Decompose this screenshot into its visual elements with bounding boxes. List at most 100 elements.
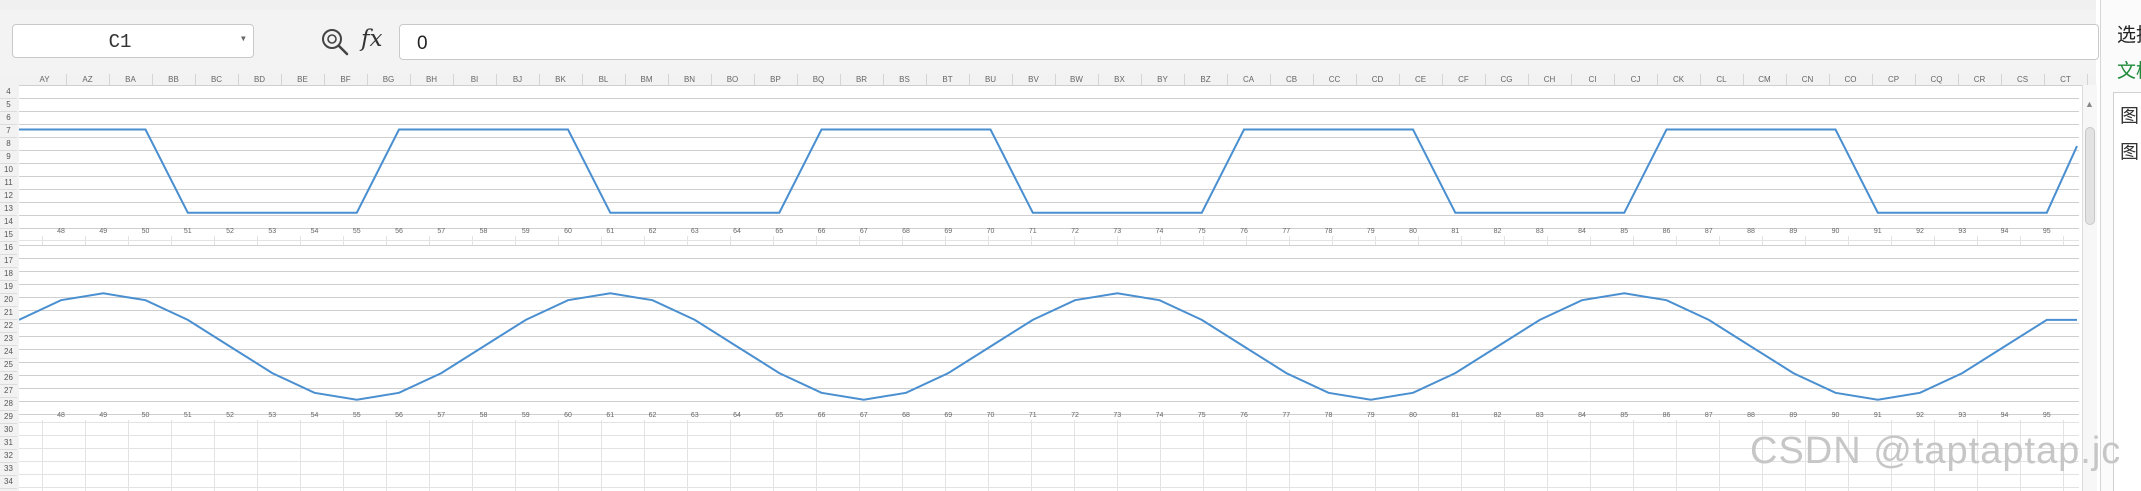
column-header[interactable]: BG [367,74,411,85]
row-header[interactable]: 31 [0,436,17,450]
row-header[interactable]: 29 [0,410,17,424]
chevron-down-icon[interactable]: ▾ [240,31,247,46]
row-header[interactable]: 28 [0,397,17,411]
column-header[interactable]: BT [926,74,970,85]
row-header[interactable]: 9 [0,150,17,164]
formula-input[interactable]: 0 [399,24,2099,60]
row-header[interactable]: 8 [0,137,17,151]
column-header[interactable]: BC [195,74,239,85]
column-header[interactable]: BB [152,74,196,85]
column-header[interactable]: CF [1442,74,1486,85]
sine-wave-chart[interactable]: 48 49 50 51 52 53 54 55 56 57 58 59 60 61 62 63 64 65 66 67… [19,245,2079,420]
column-header[interactable]: BE [281,74,325,85]
column-header[interactable]: CG [1485,74,1529,85]
row-header[interactable]: 30 [0,423,17,437]
column-header[interactable]: BS [883,74,927,85]
column-header[interactable]: BX [1098,74,1142,85]
x-tick-label: 55 [353,228,361,235]
column-header[interactable]: BD [238,74,282,85]
row-header[interactable]: 4 [0,85,17,99]
row-header[interactable]: 23 [0,332,17,346]
row-header[interactable]: 32 [0,449,17,463]
row-header[interactable]: 20 [0,293,17,307]
x-tick-label: 83 [1536,228,1544,235]
x-tick-label: 95 [2043,228,2051,235]
column-header[interactable]: CT [2044,74,2088,85]
column-header[interactable]: BM [625,74,669,85]
column-header[interactable]: BH [410,74,454,85]
x-tick-label: 78 [1325,228,1333,235]
column-header[interactable]: AY [23,74,67,85]
column-header[interactable]: CL [1700,74,1744,85]
fx-icon[interactable]: fx [361,26,382,52]
column-header[interactable]: BQ [797,74,841,85]
column-header[interactable]: CH [1528,74,1572,85]
column-header[interactable]: BY [1141,74,1185,85]
row-header[interactable]: 25 [0,358,17,372]
row-header[interactable]: 21 [0,306,17,320]
side-panel-tab[interactable]: 文档 [2117,56,2141,83]
row-header[interactable]: 24 [0,345,17,359]
row-header[interactable]: 26 [0,371,17,385]
column-header[interactable]: BV [1012,74,1056,85]
column-header[interactable]: BL [582,74,626,85]
column-header[interactable]: CK [1657,74,1701,85]
column-header[interactable]: BR [840,74,884,85]
column-header[interactable]: CP [1872,74,1916,85]
x-tick-label: 70 [987,228,995,235]
column-header[interactable]: CA [1227,74,1271,85]
x-tick-label: 81 [1451,228,1459,235]
column-header[interactable]: BK [539,74,583,85]
column-header[interactable]: CN [1786,74,1830,85]
column-header[interactable]: BZ [1184,74,1228,85]
column-header[interactable]: BJ [496,74,540,85]
column-header[interactable]: CJ [1614,74,1658,85]
column-header[interactable]: CS [2001,74,2045,85]
row-header[interactable]: 6 [0,111,17,125]
column-header[interactable]: CO [1829,74,1873,85]
row-header[interactable]: 10 [0,163,17,177]
scroll-up-arrow-icon[interactable]: ▲ [2085,99,2094,109]
scrollbar-thumb[interactable] [2085,127,2095,225]
side-panel-item[interactable]: 图 [2120,101,2139,128]
column-header[interactable]: BU [969,74,1013,85]
row-header[interactable]: 17 [0,254,17,268]
column-header[interactable]: AZ [66,74,110,85]
column-header[interactable]: CM [1743,74,1787,85]
row-header[interactable]: 27 [0,384,17,398]
row-header[interactable]: 19 [0,280,17,294]
row-header[interactable]: 33 [0,462,17,476]
row-header[interactable]: 12 [0,189,17,203]
row-header[interactable]: 18 [0,267,17,281]
column-header[interactable]: BA [109,74,153,85]
row-header[interactable]: 13 [0,202,17,216]
row-header[interactable]: 34 [0,475,17,489]
square-wave-chart[interactable]: 48 49 50 51 52 53 54 55 56 57 58 59 60 61 62 63 64 65 66 67… [19,85,2079,236]
column-header[interactable]: CD [1356,74,1400,85]
x-tick-label: 89 [1789,412,1797,419]
column-header[interactable]: BN [668,74,712,85]
zoom-formula-icon[interactable] [320,27,350,57]
column-header[interactable]: BW [1055,74,1099,85]
column-header[interactable]: CR [1958,74,2002,85]
column-header[interactable]: BO [711,74,755,85]
column-header[interactable]: BF [324,74,368,85]
name-box[interactable]: C1 ▾ [12,24,254,58]
row-header[interactable]: 7 [0,124,17,138]
column-header[interactable]: CQ [1915,74,1959,85]
x-tick-label: 88 [1747,412,1755,419]
row-header[interactable]: 5 [0,98,17,112]
column-header[interactable]: CI [1571,74,1615,85]
column-header[interactable]: BI [453,74,497,85]
row-header[interactable]: 22 [0,319,17,333]
row-header[interactable]: 14 [0,215,17,229]
row-header[interactable]: 16 [0,241,17,255]
side-panel-item[interactable]: 图 [2120,137,2139,164]
column-header[interactable]: BP [754,74,798,85]
column-header[interactable]: CC [1313,74,1357,85]
column-header[interactable]: CE [1399,74,1443,85]
row-header[interactable]: 11 [0,176,17,190]
square-wave-chart-svg: 48 49 50 51 52 53 54 55 56 57 58 59 60 61 62 63 64 65 66 67… [19,128,2078,235]
column-header[interactable]: CB [1270,74,1314,85]
row-header[interactable]: 15 [0,228,17,242]
